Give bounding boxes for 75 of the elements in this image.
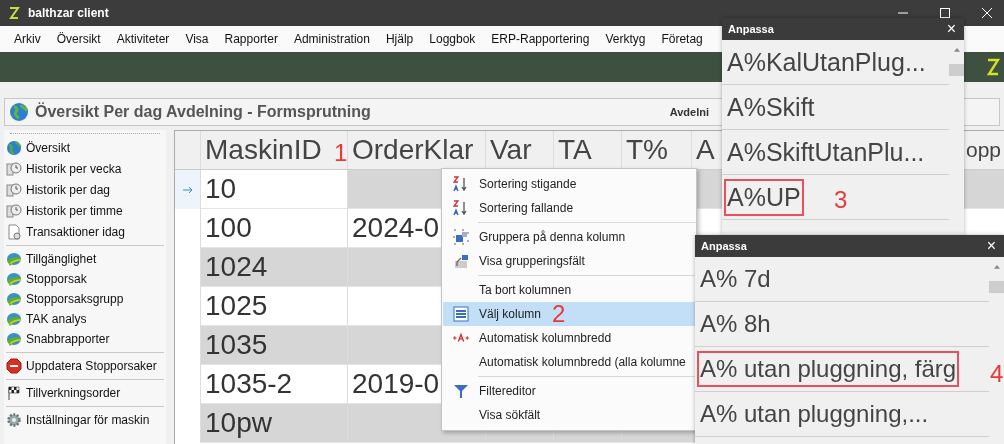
globe-icon: [6, 251, 22, 267]
menu-item[interactable]: Visa: [177, 32, 217, 46]
menu-item[interactable]: Aktiviteter: [108, 32, 178, 46]
grouping-field-icon: [453, 253, 469, 269]
sort-descending-icon: [453, 200, 469, 216]
column-option[interactable]: A%KalUtanPlug...: [724, 43, 929, 81]
sidebar-item[interactable]: Översikt: [6, 137, 164, 158]
column-option[interactable]: A%SkiftUtanPlu...: [724, 133, 928, 171]
table-cell: 1024: [201, 248, 348, 287]
sidebar-item[interactable]: Tillgänglighet: [6, 249, 164, 269]
sidebar-item[interactable]: Uppdatera Stopporsaker: [6, 356, 164, 376]
annotation-number: 2: [552, 302, 566, 326]
menu-item[interactable]: Verktyg: [597, 32, 654, 46]
close-icon[interactable]: [982, 8, 992, 18]
menu-item[interactable]: Administration: [285, 32, 378, 46]
menu-item[interactable]: ERP-Rapportering: [483, 32, 598, 46]
context-menu-item[interactable]: Ta bort kolumnen: [443, 278, 695, 302]
current-row-arrow-icon: [182, 185, 193, 194]
sidebar-item[interactable]: Historik per dag: [6, 179, 164, 200]
app-logo-icon: [986, 58, 1000, 76]
menu-item[interactable]: Loggbok: [421, 32, 484, 46]
group-icon: [453, 229, 469, 245]
scroll-up-icon[interactable]: [992, 265, 1001, 269]
sidebar-item[interactable]: Stopporsak: [6, 269, 164, 289]
globe-icon: [9, 102, 29, 122]
table-cell: 10: [201, 170, 348, 209]
window-title: balthzar client: [28, 6, 109, 20]
scrollbar-thumb[interactable]: [949, 63, 964, 76]
page-title: Översikt Per dag Avdelning - Formsprutning: [35, 103, 371, 121]
menu-item[interactable]: Hjälp: [377, 32, 422, 46]
sidebar-item[interactable]: TAK analys: [6, 309, 164, 329]
row-header[interactable]: [175, 404, 201, 443]
sidebar-item[interactable]: Snabbrapporter: [6, 329, 164, 349]
menu-item[interactable]: Arkiv: [6, 32, 49, 46]
column-option[interactable]: A% utan pluggning, färg: [697, 351, 960, 387]
sidebar-item[interactable]: Historik per vecka: [6, 158, 164, 179]
list-icon: [453, 306, 469, 322]
filter-label: Avdelni: [669, 106, 709, 118]
context-menu-item[interactable]: Automatisk kolumnbredd: [443, 326, 695, 350]
sidebar-item[interactable]: Transaktioner idag: [6, 221, 164, 242]
dialog-title: Anpassa: [728, 23, 774, 35]
sort-ascending-icon: [453, 176, 469, 192]
column-option[interactable]: A% 8h: [697, 306, 774, 342]
menu-item[interactable]: Översikt: [48, 32, 109, 46]
menu-item[interactable]: Företag: [653, 32, 711, 46]
annotation-number: 1: [334, 141, 348, 165]
table-cell: 10pw: [201, 404, 348, 443]
dialog-title: Anpassa: [701, 240, 747, 252]
annotation-number: 4: [990, 362, 1004, 386]
row-header[interactable]: [175, 170, 201, 209]
globe-icon: [6, 139, 22, 156]
context-menu-item[interactable]: Visa grupperingsfält: [443, 249, 695, 273]
scrollbar-thumb[interactable]: [989, 280, 1004, 293]
column-option[interactable]: A%UP: [724, 178, 804, 216]
column-option[interactable]: A%Skift: [724, 88, 818, 126]
sidebar-item[interactable]: Historik per timme: [6, 200, 164, 221]
column-option[interactable]: A% 7d: [697, 261, 774, 297]
column-option[interactable]: A% utan pluggning,...: [697, 396, 932, 432]
sidebar-item[interactable]: Stopporsaksgrupp: [6, 289, 164, 309]
close-button[interactable]: ×: [986, 238, 996, 254]
maximize-icon[interactable]: [940, 8, 950, 18]
annotation-number: 3: [834, 188, 848, 212]
menu-item[interactable]: Rapporter: [216, 32, 286, 46]
close-button[interactable]: ×: [946, 21, 956, 37]
app-logo-icon: [8, 6, 20, 20]
filter-icon: [453, 383, 469, 399]
globe-icon: [6, 291, 22, 307]
context-menu-item[interactable]: Sortering stigande: [443, 172, 695, 196]
globe-icon: [6, 271, 22, 287]
sidebar-item[interactable]: Inställningar för maskin: [6, 410, 164, 430]
globe-icon: [6, 311, 22, 327]
globe-icon: [6, 331, 22, 347]
sidebar-item[interactable]: Tillverkningsorder: [6, 383, 164, 403]
table-cell: 1035: [201, 326, 348, 365]
context-menu-item[interactable]: Visa sökfält: [443, 403, 695, 427]
